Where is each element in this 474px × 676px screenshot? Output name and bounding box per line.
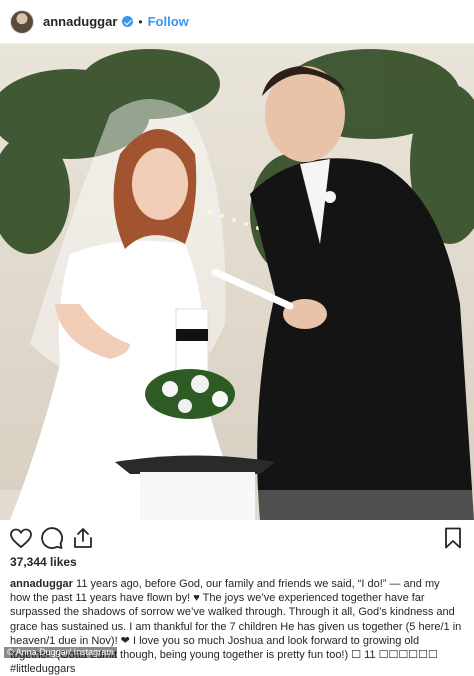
verified-badge-icon	[122, 16, 134, 27]
post-photo[interactable]	[0, 44, 474, 520]
post-header: annaduggar • Follow	[0, 0, 474, 44]
comment-icon[interactable]	[40, 526, 64, 550]
share-icon[interactable]	[71, 526, 95, 550]
follow-button[interactable]: Follow	[148, 14, 189, 29]
caption-username[interactable]: annaduggar	[10, 578, 73, 590]
post-caption: annaduggar 11 years ago, before God, our…	[10, 577, 462, 676]
photo-credit: © Anna Duggar/ Instagram	[4, 647, 117, 658]
action-bar	[0, 522, 474, 554]
username[interactable]: annaduggar	[43, 14, 117, 29]
separator-dot: •	[138, 14, 143, 29]
wedding-photo-illustration	[0, 44, 474, 520]
caption-text: 11 years ago, before God, our family and…	[10, 578, 462, 676]
heart-icon[interactable]	[9, 526, 33, 550]
like-count[interactable]: 37,344 likes	[10, 555, 77, 569]
bookmark-icon[interactable]	[441, 526, 465, 550]
flower-arrangement	[145, 369, 235, 419]
avatar[interactable]	[10, 9, 34, 34]
